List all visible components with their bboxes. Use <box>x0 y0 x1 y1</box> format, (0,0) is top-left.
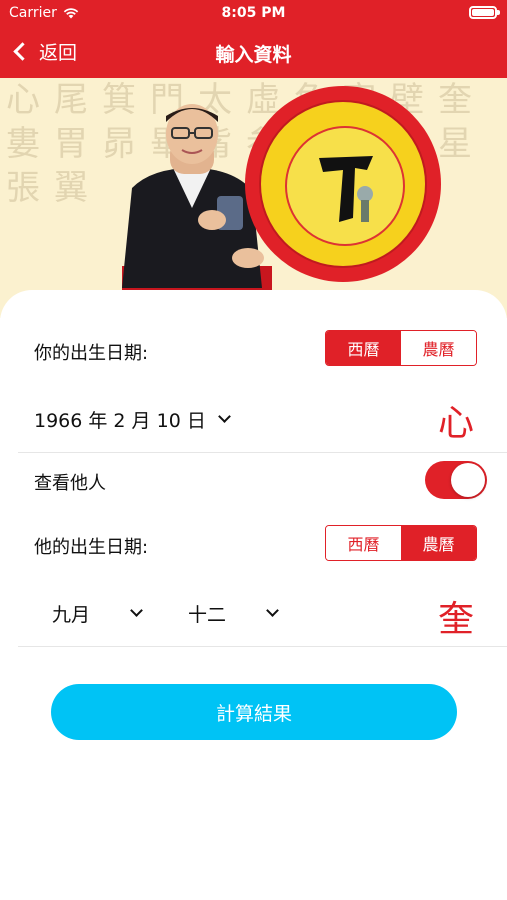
divider <box>18 646 507 647</box>
form-card: 你的出生日期: 西曆 農曆 1966 年 2 月 10 日 心 查看他人 他的出… <box>0 290 507 900</box>
other-month-value: 九月 <box>52 604 91 626</box>
birth-date-label: 你的出生日期: <box>34 343 149 364</box>
birth-gregorian-option[interactable]: 西曆 <box>326 331 401 365</box>
calculate-button[interactable]: 計算結果 <box>51 684 457 740</box>
other-birth-date-label: 他的出生日期: <box>34 537 149 558</box>
battery-icon <box>469 6 500 19</box>
other-day-value: 十二 <box>188 604 227 626</box>
view-others-switch[interactable] <box>425 461 487 499</box>
deity-emblem <box>319 156 373 222</box>
other-result-char: 奎 <box>438 599 475 640</box>
other-month-picker[interactable]: 九月 <box>52 600 143 627</box>
birth-result-char: 心 <box>438 403 475 444</box>
birth-date-value: 1966 年 2 月 10 日 <box>34 410 206 432</box>
navigation-bar: 返回 輸入資料 <box>0 28 507 78</box>
status-bar: Carrier 8:05 PM <box>0 0 507 28</box>
birth-date-picker[interactable]: 1966 年 2 月 10 日 <box>34 406 231 433</box>
other-calendar-toggle: 西曆 農曆 <box>325 525 477 561</box>
view-others-label: 查看他人 <box>34 473 106 494</box>
birth-calendar-toggle: 西曆 農曆 <box>325 330 477 366</box>
chevron-down-icon <box>217 410 231 423</box>
other-day-picker[interactable]: 十二 <box>188 600 279 627</box>
other-lunar-option[interactable]: 農曆 <box>401 526 476 560</box>
page-title: 輸入資料 <box>215 44 292 66</box>
chevron-down-icon <box>130 604 143 617</box>
header-banner: 心尾箕門太虛危室壁奎婁胃昴畢觜参井鬼柳星張翼 <box>0 78 507 318</box>
top-bar: Carrier 8:05 PM 返回 輸入資料 <box>0 0 507 78</box>
divider <box>18 452 507 453</box>
other-gregorian-option[interactable]: 西曆 <box>326 526 401 560</box>
switch-knob <box>451 463 485 497</box>
status-time: 8:05 PM <box>221 5 286 21</box>
birth-lunar-option[interactable]: 農曆 <box>401 331 476 365</box>
chevron-down-icon <box>266 604 279 617</box>
constellation-wheel-logo <box>245 86 441 282</box>
